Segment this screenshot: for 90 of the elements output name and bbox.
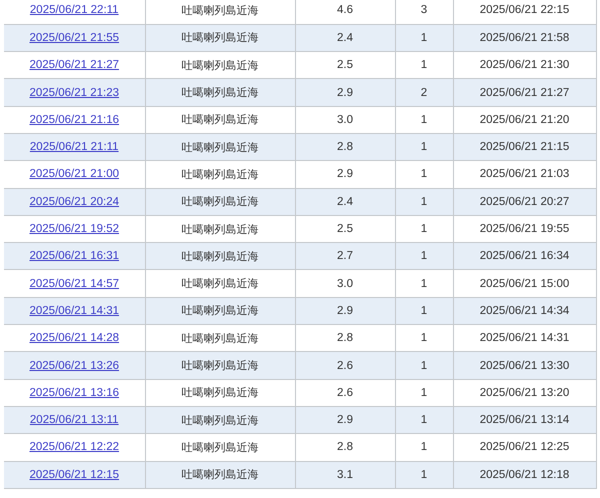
magnitude-text: 2.5: [337, 59, 353, 72]
intensity-text: 1: [420, 250, 428, 262]
magnitude-text: 3.1: [337, 468, 353, 481]
event-time-link[interactable]: 2025/06/21 13:26: [29, 360, 120, 372]
region-text: 吐噶喇列島近海: [182, 278, 258, 290]
region-text: 吐噶喇列島近海: [182, 168, 258, 181]
region-text: 吐噶喇列島近海: [182, 387, 258, 400]
intensity-text: 1: [420, 59, 428, 72]
region-text: 吐噶喇列島近海: [182, 60, 258, 72]
magnitude-text: 2.6: [337, 386, 353, 399]
announced-time-text: 2025/06/21 19:55: [480, 223, 570, 236]
event-time-link[interactable]: 2025/06/21 22:11: [30, 4, 119, 16]
magnitude-text: 2.4: [337, 32, 353, 44]
region-text: 吐噶喇列島近海: [182, 360, 258, 372]
announced-time-text: 2025/06/21 14:31: [480, 332, 570, 344]
intensity-text: 1: [420, 360, 428, 372]
region-text: 吐噶喇列島近海: [182, 442, 258, 454]
magnitude-text: 4.6: [337, 4, 353, 16]
announced-time-text: 2025/06/21 13:30: [480, 360, 570, 372]
event-time-link[interactable]: 2025/06/21 19:52: [29, 223, 120, 236]
event-time-link[interactable]: 2025/06/21 21:11: [30, 141, 119, 154]
announced-time-text: 2025/06/21 21:15: [480, 141, 570, 154]
magnitude-text: 3.0: [337, 114, 353, 126]
region-text: 吐噶喇列島近海: [182, 4, 258, 17]
intensity-text: 1: [420, 141, 428, 154]
intensity-text: 1: [420, 32, 428, 44]
intensity-text: 1: [420, 468, 428, 481]
intensity-text: 1: [420, 278, 428, 290]
magnitude-text: 2.7: [337, 250, 353, 262]
event-time-link[interactable]: 2025/06/21 21:23: [29, 86, 120, 99]
magnitude-text: 3.0: [337, 278, 353, 290]
region-text: 吐噶喇列島近海: [182, 196, 258, 208]
intensity-text: 1: [420, 414, 428, 426]
announced-time-text: 2025/06/21 13:14: [480, 414, 570, 426]
region-text: 吐噶喇列島近海: [182, 224, 258, 236]
announced-time-text: 2025/06/21 21:20: [480, 114, 570, 126]
intensity-text: 1: [420, 386, 428, 399]
announced-time-text: 2025/06/21 16:34: [480, 250, 570, 262]
region-text: 吐噶喇列島近海: [182, 305, 258, 318]
region-text: 吐噶喇列島近海: [182, 250, 258, 263]
announced-time-text: 2025/06/21 21:27: [480, 86, 570, 99]
region-text: 吐噶喇列島近海: [182, 87, 258, 100]
intensity-text: 3: [420, 4, 428, 16]
region-text: 吐噶喇列島近海: [182, 142, 258, 154]
announced-time-text: 2025/06/21 21:30: [480, 59, 570, 72]
magnitude-text: 2.4: [337, 196, 353, 208]
intensity-text: 1: [420, 196, 428, 208]
magnitude-text: 2.8: [337, 332, 353, 344]
event-time-link[interactable]: 2025/06/21 16:31: [29, 250, 120, 262]
magnitude-text: 2.5: [337, 223, 353, 236]
event-time-link[interactable]: 2025/06/21 21:55: [29, 32, 120, 44]
announced-time-text: 2025/06/21 13:20: [480, 386, 570, 399]
region-text: 吐噶喇列島近海: [182, 469, 258, 482]
announced-time-text: 2025/06/21 20:27: [480, 196, 570, 208]
event-time-link[interactable]: 2025/06/21 13:11: [30, 414, 119, 426]
event-time-link[interactable]: 2025/06/21 14:57: [29, 278, 120, 290]
event-time-link[interactable]: 2025/06/21 20:24: [29, 196, 120, 208]
event-time-link[interactable]: 2025/06/21 13:16: [29, 386, 120, 399]
event-time-link[interactable]: 2025/06/21 21:27: [29, 59, 120, 72]
intensity-text: 1: [420, 114, 428, 126]
region-text: 吐噶喇列島近海: [182, 114, 258, 126]
region-text: 吐噶喇列島近海: [182, 332, 258, 345]
event-time-link[interactable]: 2025/06/21 14:28: [29, 332, 120, 344]
event-time-link[interactable]: 2025/06/21 21:16: [29, 114, 120, 126]
magnitude-text: 2.9: [337, 86, 353, 99]
intensity-text: 1: [420, 223, 428, 236]
announced-time-text: 2025/06/21 12:18: [480, 468, 570, 481]
event-time-link[interactable]: 2025/06/21 21:00: [29, 168, 120, 180]
event-time-link[interactable]: 2025/06/21 14:31: [29, 304, 120, 317]
announced-time-text: 2025/06/21 12:25: [480, 441, 570, 454]
announced-time-text: 2025/06/21 21:03: [480, 168, 570, 180]
magnitude-text: 2.9: [337, 414, 353, 426]
region-text: 吐噶喇列島近海: [182, 32, 258, 44]
region-text: 吐噶喇列島近海: [182, 414, 258, 427]
magnitude-text: 2.9: [337, 168, 353, 180]
magnitude-text: 2.6: [337, 360, 353, 372]
magnitude-text: 2.8: [337, 141, 353, 154]
intensity-text: 1: [420, 441, 428, 454]
intensity-text: 1: [420, 332, 428, 344]
intensity-text: 1: [420, 304, 428, 317]
announced-time-text: 2025/06/21 14:34: [480, 304, 570, 317]
magnitude-text: 2.8: [337, 441, 353, 454]
announced-time-text: 2025/06/21 22:15: [480, 4, 570, 16]
magnitude-text: 2.9: [337, 304, 353, 317]
intensity-text: 1: [420, 168, 428, 180]
announced-time-text: 2025/06/21 15:00: [480, 278, 570, 290]
event-time-link[interactable]: 2025/06/21 12:15: [29, 468, 120, 481]
announced-time-text: 2025/06/21 21:58: [480, 32, 570, 44]
event-time-link[interactable]: 2025/06/21 12:22: [29, 441, 120, 454]
intensity-text: 2: [420, 86, 428, 99]
